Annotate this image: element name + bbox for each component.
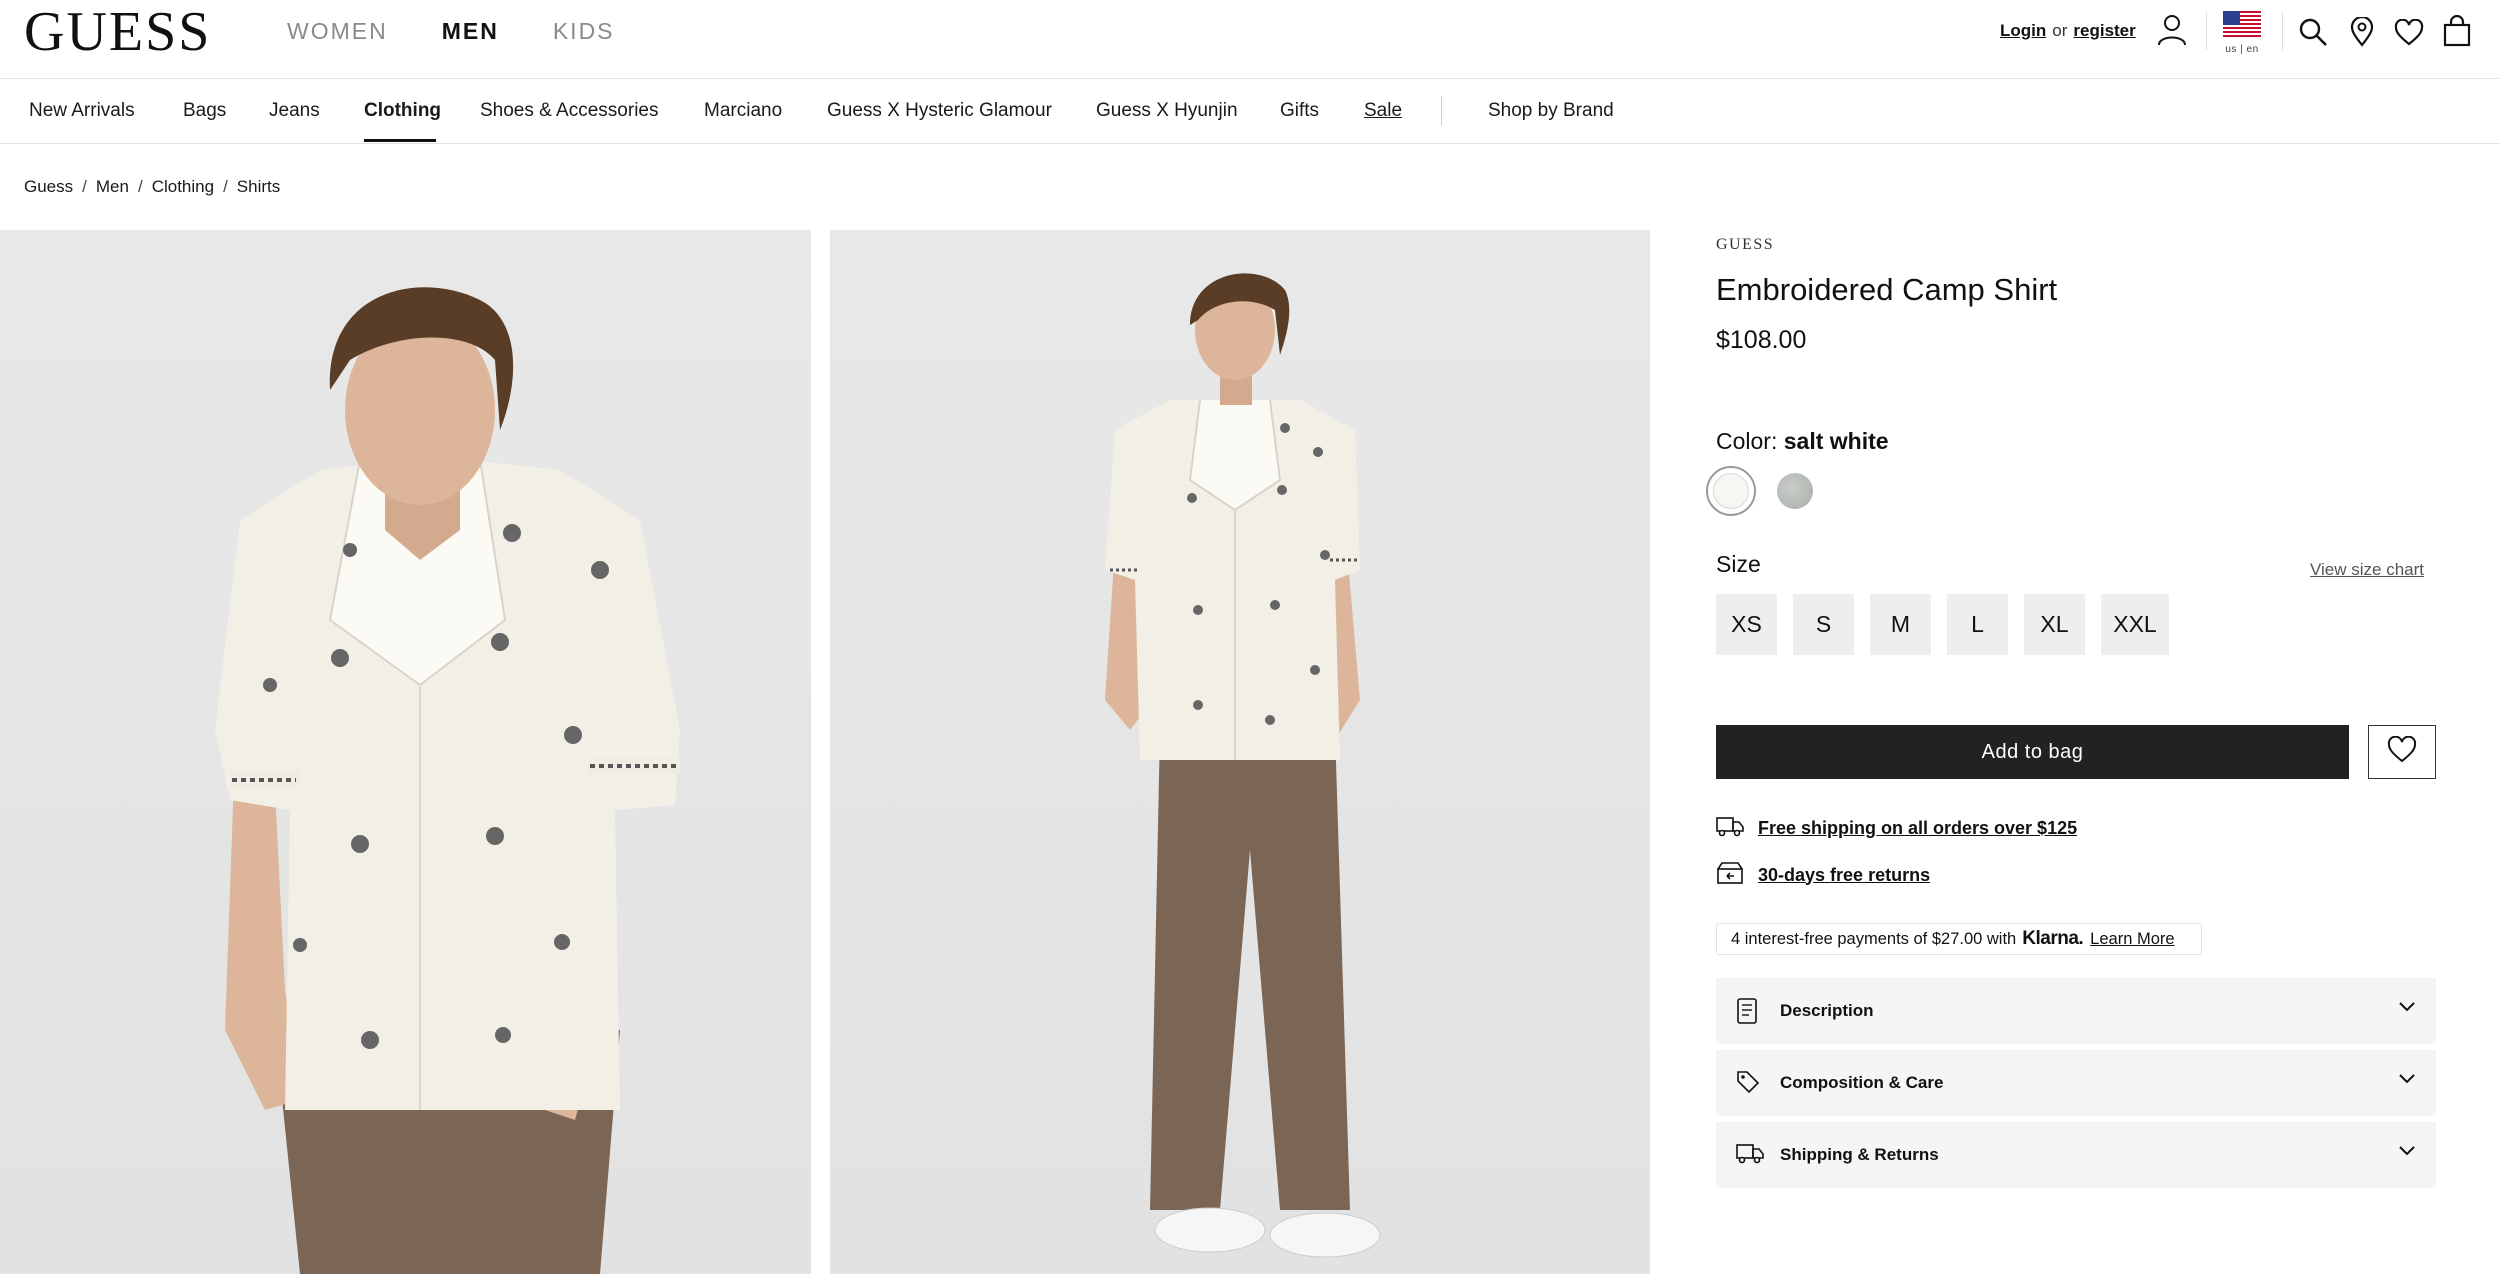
breadcrumb-clothing[interactable]: Clothing (152, 176, 214, 198)
nav-divider (1441, 96, 1442, 126)
nav-marciano[interactable]: Marciano (704, 99, 782, 123)
document-icon (1736, 998, 1758, 1029)
accordion-shipping-returns-label: Shipping & Returns (1780, 1145, 1939, 1164)
return-box-icon (1716, 861, 1744, 889)
category-nav: New Arrivals Bags Jeans Clothing Shoes &… (0, 80, 2500, 144)
active-nav-underline (364, 139, 436, 142)
klarna-learn-more-link[interactable]: Learn More (2090, 930, 2174, 949)
product-image-main[interactable] (0, 230, 811, 1274)
nav-shop-by-brand[interactable]: Shop by Brand (1488, 99, 1614, 123)
view-size-chart-link[interactable]: View size chart (2310, 560, 2424, 580)
free-shipping-link[interactable]: Free shipping on all orders over $125 (1758, 818, 2077, 839)
top-header: GUESS WOMEN MEN KIDS Login or register us … (0, 0, 2500, 79)
heart-icon (2387, 735, 2417, 768)
shopping-bag-icon[interactable] (2443, 14, 2471, 52)
size-button-m[interactable]: M (1870, 594, 1931, 655)
klarna-banner: 4 interest-free payments of $27.00 with … (1716, 923, 2202, 955)
us-flag-icon (2223, 11, 2261, 37)
truck-icon (1716, 815, 1744, 842)
free-returns-perk: 30-days free returns (1716, 860, 1930, 890)
model-closeup-illustration (215, 287, 680, 1274)
account-or-text: or (2052, 21, 2068, 40)
locale-selector[interactable]: us | en (2223, 11, 2261, 56)
header-divider (2282, 12, 2283, 50)
product-price: $108.00 (1716, 326, 1807, 354)
tab-kids[interactable]: KIDS (553, 16, 615, 46)
tab-men[interactable]: MEN (442, 16, 499, 46)
nav-sale[interactable]: Sale (1364, 99, 1402, 123)
breadcrumb-separator: / (82, 177, 87, 196)
color-value: salt white (1783, 428, 1889, 454)
accordion-description-label: Description (1780, 1001, 1874, 1020)
nav-gifts[interactable]: Gifts (1280, 99, 1319, 123)
search-icon[interactable] (2298, 17, 2328, 52)
nav-bags[interactable]: Bags (183, 99, 226, 123)
size-button-l[interactable]: L (1947, 594, 2008, 655)
nav-jeans[interactable]: Jeans (269, 99, 320, 123)
nav-guess-x-hyunjin[interactable]: Guess X Hyunjin (1096, 99, 1238, 123)
breadcrumb-separator: / (223, 177, 228, 196)
guess-logo[interactable]: GUESS (24, 4, 211, 60)
user-icon[interactable] (2157, 14, 2187, 51)
accordion-description[interactable]: Description (1716, 978, 2436, 1044)
free-returns-link[interactable]: 30-days free returns (1758, 865, 1930, 886)
klarna-text: 4 interest-free payments of $27.00 with (1731, 929, 2017, 948)
locale-label: us | en (2225, 44, 2259, 55)
size-label: Size (1716, 551, 1761, 577)
swatch-salt-white[interactable] (1713, 473, 1749, 509)
product-title: Embroidered Camp Shirt (1716, 272, 2058, 307)
login-link[interactable]: Login (2000, 21, 2046, 40)
color-label: Color: salt white (1716, 426, 1889, 456)
size-button-s[interactable]: S (1793, 594, 1854, 655)
add-to-wishlist-button[interactable] (2368, 725, 2436, 779)
breadcrumb-men[interactable]: Men (96, 176, 129, 198)
header-divider (2206, 12, 2207, 50)
gender-tabs: WOMEN MEN KIDS (287, 16, 669, 46)
product-image-full-body[interactable] (830, 230, 1650, 1274)
breadcrumb-shirts[interactable]: Shirts (237, 176, 280, 198)
accordion-composition-care[interactable]: Composition & Care (1716, 1050, 2436, 1116)
truck-icon (1736, 1142, 1764, 1169)
nav-clothing[interactable]: Clothing (364, 99, 441, 123)
free-shipping-perk: Free shipping on all orders over $125 (1716, 813, 2077, 843)
klarna-logo: Klarna. (2022, 928, 2084, 949)
color-label-prefix: Color: (1716, 428, 1778, 454)
size-button-xxl[interactable]: XXL (2101, 594, 2169, 655)
heart-icon[interactable] (2394, 18, 2424, 51)
tag-icon (1736, 1070, 1760, 1099)
breadcrumb-separator: / (137, 177, 143, 196)
accordion-shipping-returns[interactable]: Shipping & Returns (1716, 1122, 2436, 1188)
chevron-down-icon (2398, 1000, 2416, 1018)
register-link[interactable]: register (2073, 21, 2135, 40)
account-links: Login or register (2000, 20, 2136, 42)
chevron-down-icon (2398, 1072, 2416, 1090)
nav-shoes-accessories[interactable]: Shoes & Accessories (480, 99, 658, 123)
nav-new-arrivals[interactable]: New Arrivals (29, 99, 135, 123)
product-brand: GUESS (1716, 236, 1775, 253)
breadcrumb: Guess / Men / Clothing / Shirts (24, 176, 280, 198)
breadcrumb-guess[interactable]: Guess (24, 176, 73, 198)
tab-women[interactable]: WOMEN (287, 16, 388, 46)
accordion-composition-care-label: Composition & Care (1780, 1073, 1944, 1092)
size-button-xs[interactable]: XS (1716, 594, 1777, 655)
size-button-xl[interactable]: XL (2024, 594, 2085, 655)
chevron-down-icon (2398, 1144, 2416, 1162)
location-pin-icon[interactable] (2350, 15, 2374, 52)
add-to-bag-button[interactable]: Add to bag (1716, 725, 2349, 779)
nav-guess-x-hysteric-glamour[interactable]: Guess X Hysteric Glamour (827, 99, 1052, 123)
model-full-body-illustration (1105, 273, 1381, 1258)
swatch-grey[interactable] (1777, 473, 1813, 509)
